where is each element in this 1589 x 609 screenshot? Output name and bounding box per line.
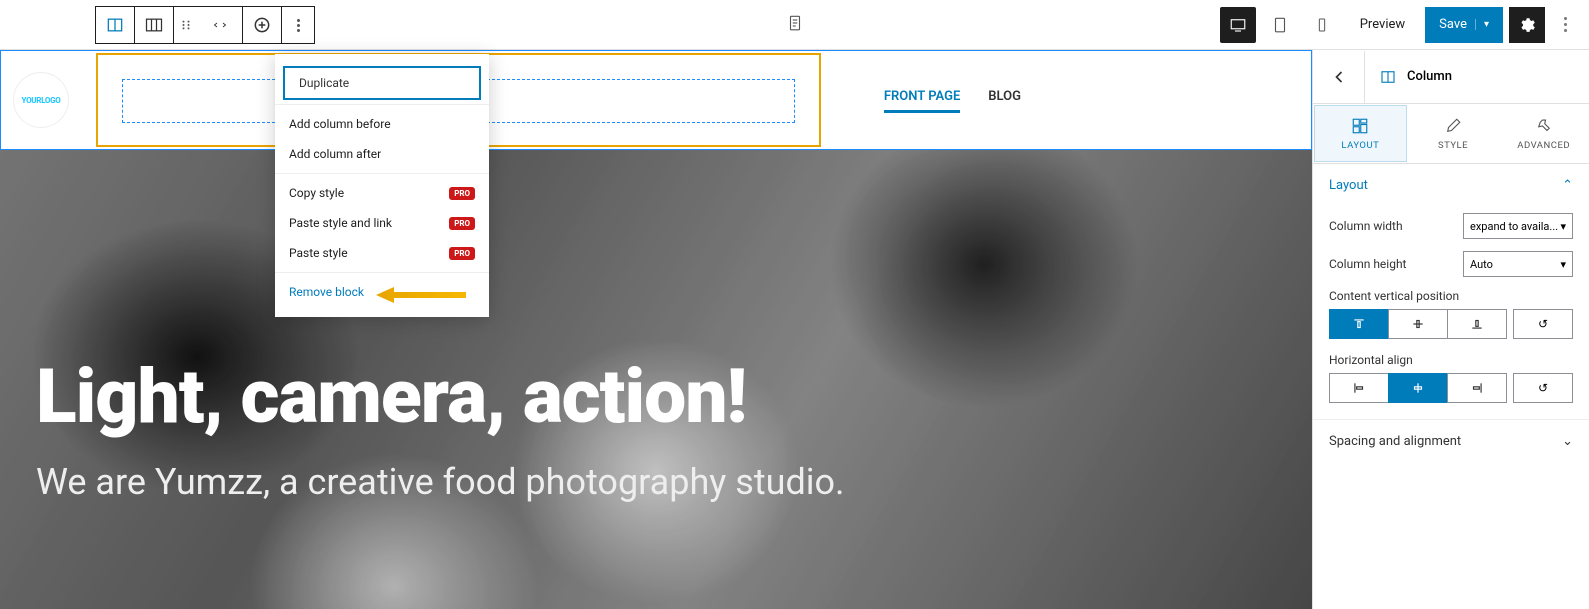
editor-canvas: YOURLOGO FRONT PAGE BLOG Light, camera, …: [0, 50, 1313, 609]
nav-link-front-page[interactable]: FRONT PAGE: [884, 89, 960, 113]
hero-subtitle[interactable]: We are Yumzz, a creative food photograph…: [36, 461, 845, 503]
topbar-right: Preview Save ▾: [1220, 7, 1579, 43]
align-center-icon[interactable]: [1388, 373, 1448, 403]
label-content-vertical: Content vertical position: [1329, 289, 1573, 303]
site-header-block[interactable]: YOURLOGO FRONT PAGE BLOG: [0, 50, 1312, 150]
dropdown-item-add-before[interactable]: Add column before: [275, 109, 489, 139]
column-icon: [1379, 68, 1397, 86]
block-options-dropdown: Duplicate Add column before Add column a…: [275, 54, 489, 317]
reset-icon[interactable]: ↺: [1513, 373, 1573, 403]
mobile-view-icon[interactable]: [1304, 7, 1340, 43]
layout-panel: Layout ⌃ Column width expand to availa..…: [1313, 164, 1589, 463]
preview-button[interactable]: Preview: [1346, 7, 1419, 43]
tab-style[interactable]: STYLE: [1408, 104, 1499, 163]
pro-badge: PRO: [449, 247, 475, 260]
kebab-menu-icon[interactable]: [1551, 17, 1579, 32]
pro-badge: PRO: [449, 187, 475, 200]
select-column-height[interactable]: Auto▾: [1463, 251, 1573, 277]
dropdown-item-copy-style[interactable]: Copy style PRO: [275, 178, 489, 208]
settings-icon[interactable]: [1509, 7, 1545, 43]
panel-header-layout[interactable]: Layout ⌃: [1313, 164, 1589, 207]
panel-header-spacing[interactable]: Spacing and alignment ⌄: [1313, 419, 1589, 463]
align-top-icon[interactable]: [1329, 309, 1389, 339]
sidebar-tabs: LAYOUT STYLE ADVANCED: [1313, 104, 1589, 164]
align-bottom-icon[interactable]: [1447, 309, 1507, 339]
align-middle-icon[interactable]: [1388, 309, 1448, 339]
save-label: Save: [1439, 17, 1467, 32]
dropdown-item-paste-style[interactable]: Paste style PRO: [275, 238, 489, 268]
label-column-width: Column width: [1329, 219, 1403, 233]
sidebar-title: Column: [1407, 69, 1452, 84]
save-button[interactable]: Save ▾: [1425, 7, 1503, 43]
pro-badge: PRO: [449, 217, 475, 230]
columns-icon[interactable]: [135, 7, 173, 43]
dropdown-item-paste-style-link[interactable]: Paste style and link PRO: [275, 208, 489, 238]
block-toolbar: [95, 6, 314, 44]
document-outline-icon[interactable]: [786, 14, 804, 36]
dropdown-item-duplicate[interactable]: Duplicate: [283, 66, 481, 100]
align-right-icon[interactable]: [1447, 373, 1507, 403]
reset-icon[interactable]: ↺: [1513, 309, 1573, 339]
editor-topbar: Preview Save ▾: [0, 0, 1589, 50]
hero-section[interactable]: Light, camera, action! We are Yumzz, a c…: [0, 150, 1312, 609]
chevron-down-icon: ▾: [1475, 19, 1489, 30]
select-column-width[interactable]: expand to availa...▾: [1463, 213, 1573, 239]
hero-title[interactable]: Light, camera, action!: [36, 360, 845, 435]
column-block-icon[interactable]: [96, 7, 134, 43]
align-left-icon[interactable]: [1329, 373, 1389, 403]
add-block-icon[interactable]: [243, 7, 281, 43]
tab-advanced[interactable]: ADVANCED: [1498, 104, 1589, 163]
move-left-right-icon[interactable]: [198, 7, 242, 43]
settings-sidebar: Column LAYOUT STYLE ADVANCED Layout ⌃ Co…: [1313, 50, 1589, 609]
more-options-icon[interactable]: [282, 7, 314, 43]
dropdown-item-add-after[interactable]: Add column after: [275, 139, 489, 169]
chevron-up-icon: ⌃: [1562, 178, 1573, 193]
chevron-down-icon: ▾: [1560, 258, 1566, 271]
chevron-down-icon: ▾: [1560, 220, 1566, 233]
tablet-view-icon[interactable]: [1262, 7, 1298, 43]
sidebar-header: Column: [1313, 50, 1589, 104]
chevron-down-icon: ⌄: [1562, 434, 1573, 449]
back-icon[interactable]: [1313, 51, 1365, 103]
annotation-arrow-icon: [376, 285, 466, 309]
tab-layout[interactable]: LAYOUT: [1314, 105, 1407, 162]
label-horizontal-align: Horizontal align: [1329, 353, 1573, 367]
drag-handle-icon[interactable]: [174, 7, 198, 43]
site-logo[interactable]: YOURLOGO: [13, 72, 69, 128]
hero-text: Light, camera, action! We are Yumzz, a c…: [36, 360, 845, 503]
label-column-height: Column height: [1329, 257, 1406, 271]
desktop-view-icon[interactable]: [1220, 7, 1256, 43]
nav-menu: FRONT PAGE BLOG: [884, 89, 1021, 113]
nav-link-blog[interactable]: BLOG: [988, 89, 1021, 113]
